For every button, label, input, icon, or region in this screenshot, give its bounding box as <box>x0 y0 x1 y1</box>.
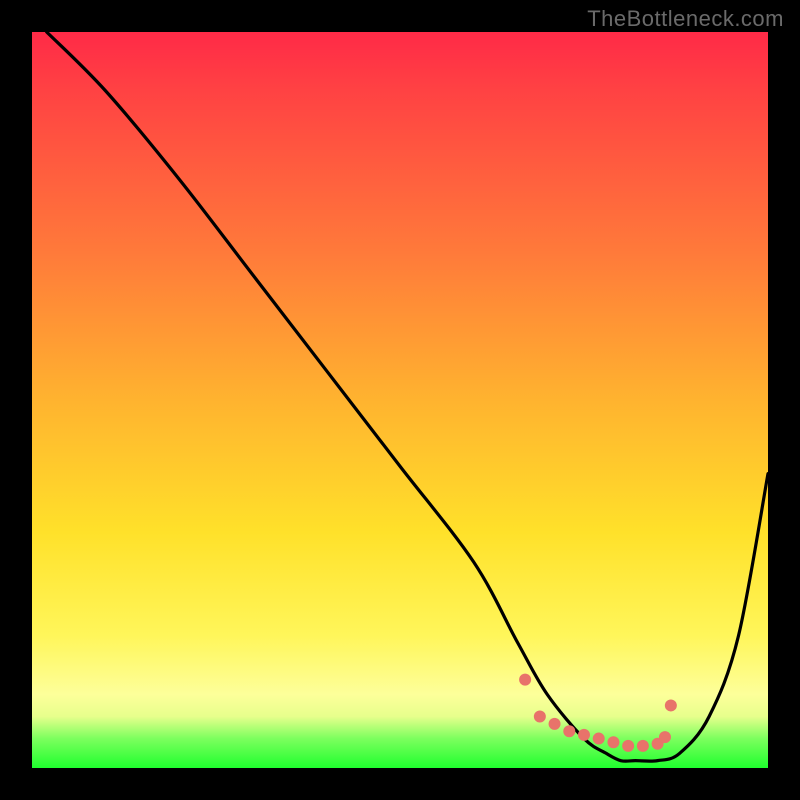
trough-point <box>593 733 605 745</box>
trough-point <box>563 725 575 737</box>
attribution-text: TheBottleneck.com <box>587 6 784 32</box>
trough-point <box>578 729 590 741</box>
plot-area <box>32 32 768 768</box>
trough-point <box>622 740 634 752</box>
trough-point <box>607 736 619 748</box>
trough-point <box>665 699 677 711</box>
trough-point <box>659 731 671 743</box>
trough-point <box>519 674 531 686</box>
chart-svg <box>32 32 768 768</box>
trough-point <box>534 710 546 722</box>
chart-frame: TheBottleneck.com <box>0 0 800 800</box>
trough-point <box>549 718 561 730</box>
trough-point <box>637 740 649 752</box>
bottleneck-curve <box>47 32 768 761</box>
